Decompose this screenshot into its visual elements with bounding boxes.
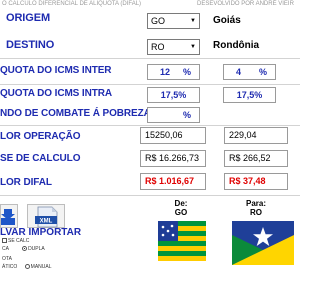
xml-label: XML [40, 219, 53, 225]
manual-radio[interactable] [24, 264, 30, 270]
save-button[interactable] [0, 204, 18, 228]
valor-operacao-destino-field[interactable]: 229,04 [224, 127, 288, 144]
to-label: Para: [245, 199, 266, 208]
divider [0, 58, 300, 59]
option-simples[interactable]: CA DUPLA [2, 246, 45, 253]
app-title: O CALCULO DIFERENCIAL DE ALIQUOTA (DIFAL… [2, 1, 142, 7]
origem-select[interactable]: GO ▼ [147, 13, 200, 29]
destino-label: DESTINO [6, 39, 55, 51]
divider [0, 84, 300, 85]
aliq-intra-label: QUOTA DO ICMS INTRA [0, 88, 112, 99]
option-automatico[interactable]: ÁTICO MANUAL [2, 264, 52, 271]
destino-select[interactable]: RO ▼ [147, 39, 200, 55]
aliq-inter-destino-field[interactable]: 4 % [223, 64, 276, 80]
fcp-label: NDO DE COMBATE Á POBREZA [0, 108, 151, 119]
destino-state-name: Rondônia [213, 40, 260, 51]
destino-select-value: RO [151, 42, 165, 52]
aliq-intra-destino-field[interactable]: 17,5% [223, 87, 276, 103]
origem-select-value: GO [151, 16, 166, 26]
valor-operacao-origem-field[interactable]: 15250,06 [140, 127, 206, 144]
aliq-intra-origem-field[interactable]: 17,5% [147, 87, 200, 103]
title-bar: O CALCULO DIFERENCIAL DE ALIQUOTA (DIFAL… [0, 0, 300, 9]
aliq-inter-label: QUOTA DO ICMS INTER [0, 65, 112, 76]
base-calculo-label: SE DE CALCULO [0, 153, 81, 164]
dupla-radio[interactable] [22, 246, 28, 252]
from-label: De: [174, 199, 188, 208]
chevron-down-icon[interactable]: ▼ [188, 15, 198, 27]
calc-checkbox[interactable] [2, 238, 7, 244]
origem-label: ORIGEM [6, 12, 51, 24]
valor-operacao-label: LOR OPERAÇÃO [0, 131, 81, 142]
rondonia-flag-icon [232, 221, 294, 265]
divider [0, 125, 300, 126]
aliq-inter-origem-field[interactable]: 12 % [147, 64, 200, 80]
author-credit: DESEVOLVIDO POR ANDRÉ VIEIR [197, 1, 294, 7]
from-value: GO [174, 208, 188, 217]
download-icon [1, 209, 15, 225]
chevron-down-icon[interactable]: ▼ [188, 41, 198, 53]
divider [0, 195, 300, 196]
valor-difal-destino-field: R$ 37,48 [224, 173, 288, 190]
origem-state-name: Goiás [213, 15, 241, 26]
goias-flag-icon [158, 221, 206, 261]
fcp-field[interactable]: % [147, 107, 200, 123]
to-value: RO [250, 208, 262, 217]
valor-difal-label: LOR DIFAL [0, 177, 52, 188]
xml-file-icon: XML [35, 206, 58, 228]
option-ota[interactable]: OTA [2, 256, 12, 263]
base-calculo-origem-field: R$ 16.266,73 [140, 150, 206, 167]
base-calculo-destino-field: R$ 266,52 [224, 150, 288, 167]
valor-difal-origem-field: R$ 1.016,67 [140, 173, 206, 190]
option-calc[interactable]: SE CALC [2, 238, 29, 245]
import-xml-button[interactable]: XML [27, 204, 65, 228]
import-label: LVAR IMPORTAR [0, 227, 82, 238]
